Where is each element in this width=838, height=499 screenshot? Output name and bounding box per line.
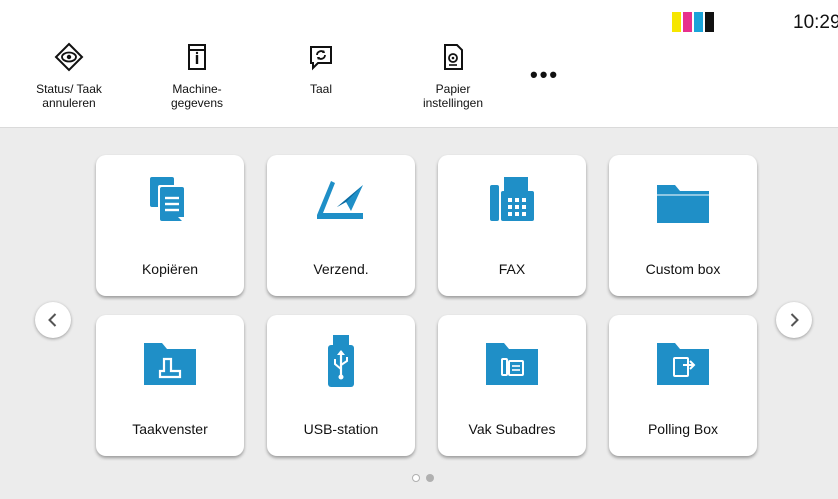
page-dot-1[interactable] bbox=[412, 474, 420, 482]
eye-diamond-icon bbox=[54, 42, 84, 72]
tile-label: USB-station bbox=[303, 421, 379, 437]
toner-magenta bbox=[683, 12, 692, 32]
machine-info-icon bbox=[182, 42, 212, 72]
tile-custom-box[interactable]: Custom box bbox=[609, 155, 757, 296]
tile-job-box[interactable]: Taakvenster bbox=[96, 315, 244, 456]
copy-icon bbox=[140, 171, 200, 231]
tile-usb[interactable]: USB-station bbox=[267, 315, 415, 456]
tile-copy[interactable]: Kopiëren bbox=[96, 155, 244, 296]
tile-polling-box[interactable]: Polling Box bbox=[609, 315, 757, 456]
status-job-cancel-label: Status/ Taak annuleren bbox=[36, 82, 102, 110]
chevron-left-icon bbox=[48, 313, 57, 327]
job-box-icon bbox=[140, 331, 200, 391]
paper-settings-icon bbox=[438, 42, 468, 72]
tile-label: Verzend. bbox=[313, 261, 369, 277]
tile-label: Taakvenster bbox=[132, 421, 208, 437]
polling-box-icon bbox=[653, 331, 713, 391]
usb-icon bbox=[311, 331, 371, 391]
toner-cyan bbox=[694, 12, 703, 32]
subaddress-box-icon bbox=[482, 331, 542, 391]
tile-fax[interactable]: FAX bbox=[438, 155, 586, 296]
more-options-button[interactable]: ••• bbox=[530, 62, 559, 88]
toner-yellow bbox=[672, 12, 681, 32]
machine-info-button[interactable]: Machine- gegevens bbox=[142, 42, 252, 110]
language-button[interactable]: Taal bbox=[266, 42, 376, 96]
language-refresh-icon bbox=[306, 42, 336, 72]
tile-label: Polling Box bbox=[647, 421, 719, 437]
paper-settings-label: Papier instellingen bbox=[422, 82, 484, 110]
tile-send[interactable]: Verzend. bbox=[267, 155, 415, 296]
machine-info-label: Machine- gegevens bbox=[170, 82, 224, 110]
send-icon bbox=[311, 171, 371, 231]
page-indicator bbox=[412, 474, 434, 482]
next-page-button[interactable] bbox=[776, 302, 812, 338]
previous-page-button[interactable] bbox=[35, 302, 71, 338]
tile-label: Vak Subadres bbox=[468, 421, 556, 437]
clock: 10:29 bbox=[793, 12, 838, 33]
tile-label: FAX bbox=[498, 261, 526, 277]
tile-subaddress-box[interactable]: Vak Subadres bbox=[438, 315, 586, 456]
folder-icon bbox=[653, 171, 713, 231]
toner-level-indicator bbox=[672, 12, 716, 32]
status-job-cancel-button[interactable]: Status/ Taak annuleren bbox=[14, 42, 124, 110]
toner-black bbox=[705, 12, 714, 32]
chevron-right-icon bbox=[790, 313, 799, 327]
fax-icon bbox=[482, 171, 542, 231]
page-dot-2[interactable] bbox=[426, 474, 434, 482]
paper-settings-button[interactable]: Papier instellingen bbox=[398, 42, 508, 110]
top-bar: 10:29 Status/ Taak annuleren Machine- ge… bbox=[0, 0, 838, 128]
tile-label: Kopiëren bbox=[141, 261, 199, 277]
language-label: Taal bbox=[309, 82, 332, 96]
tile-label: Custom box bbox=[645, 261, 721, 277]
